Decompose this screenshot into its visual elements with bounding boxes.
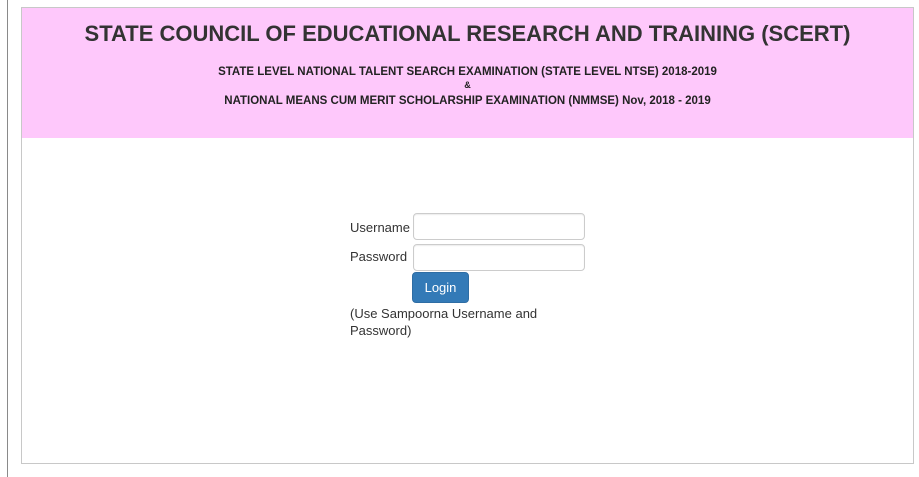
page-container: STATE COUNCIL OF EDUCATIONAL RESEARCH AN… (21, 7, 914, 464)
username-input[interactable] (413, 213, 585, 240)
exam-title-ntse: STATE LEVEL NATIONAL TALENT SEARCH EXAMI… (218, 66, 717, 78)
login-button[interactable]: Login (412, 272, 469, 303)
page-left-rule (7, 0, 8, 477)
login-help-note-line2: Password) (350, 323, 412, 338)
page-title: STATE COUNCIL OF EDUCATIONAL RESEARCH AN… (84, 21, 851, 46)
login-help-note: (Use Sampoorna Username and Password) (350, 305, 570, 339)
page-header: STATE COUNCIL OF EDUCATIONAL RESEARCH AN… (22, 8, 913, 138)
password-label: Password (350, 249, 408, 264)
exam-title-nmmse: NATIONAL MEANS CUM MERIT SCHOLARSHIP EXA… (224, 95, 711, 107)
login-help-note-line1: (Use Sampoorna Username and (350, 306, 538, 321)
password-input[interactable] (413, 244, 585, 271)
exam-title-ampersand: & (464, 80, 471, 90)
username-label: Username (350, 220, 410, 235)
